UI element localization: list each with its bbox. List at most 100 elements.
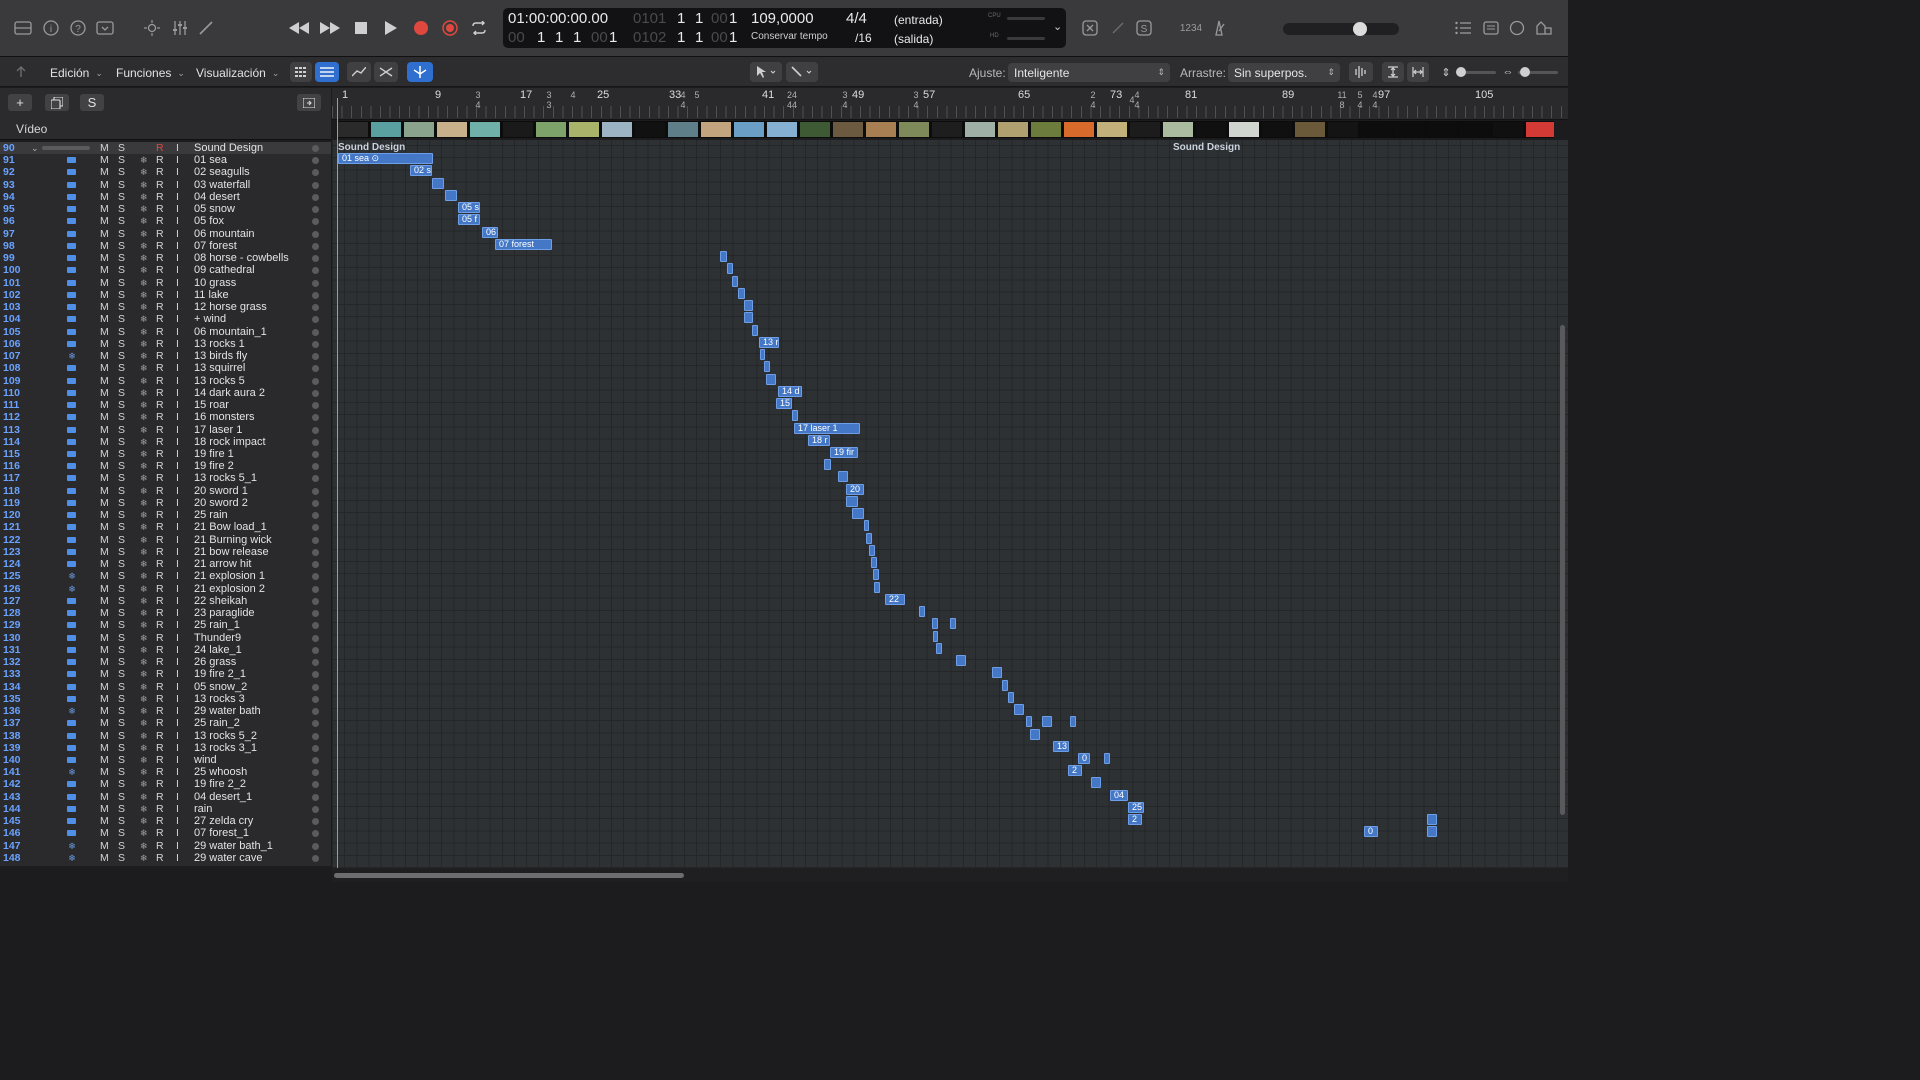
track-name[interactable]: 19 fire 2_1 — [194, 668, 312, 680]
freeze-icon[interactable]: ❄ — [140, 448, 148, 460]
record-enable-button[interactable]: R — [156, 607, 164, 619]
freeze-icon[interactable]: ❄ — [140, 399, 148, 411]
record-enable-button[interactable]: R — [156, 375, 164, 387]
track-name[interactable]: 25 whoosh — [194, 766, 312, 778]
solo-button[interactable]: S — [118, 656, 125, 668]
record-enable-button[interactable]: R — [156, 730, 164, 742]
track-row[interactable]: 144 M S ❄ R Irain — [0, 803, 331, 815]
input-monitor-button[interactable]: I — [176, 387, 179, 399]
stop-button[interactable] — [348, 16, 374, 40]
mute-button[interactable]: M — [100, 730, 109, 742]
track-row[interactable]: 102 M S ❄ R I 11 lake — [0, 289, 331, 301]
audio-region[interactable] — [871, 557, 877, 569]
record-enable-button[interactable]: R — [156, 399, 164, 411]
track-name[interactable]: 21 Burning wick — [194, 534, 312, 546]
back-arrow-icon[interactable] — [10, 63, 32, 81]
record-enable-button[interactable]: R — [156, 411, 164, 423]
input-monitor-button[interactable]: I — [176, 472, 179, 484]
record-enable-button[interactable]: R — [156, 840, 164, 852]
input-monitor-button[interactable]: I — [176, 730, 179, 742]
freeze-icon[interactable]: ❄ — [140, 632, 148, 644]
mute-button[interactable]: M — [100, 277, 109, 289]
freeze-icon[interactable]: ❄ — [140, 546, 148, 558]
mute-button[interactable]: M — [100, 350, 109, 362]
audio-region[interactable] — [919, 606, 925, 618]
mute-button[interactable]: M — [100, 460, 109, 472]
input-monitor-button[interactable]: I — [176, 338, 179, 350]
freeze-icon[interactable]: ❄ — [140, 840, 148, 852]
freeze-icon[interactable]: ❄ — [140, 179, 148, 191]
track-row[interactable]: 108 M S ❄ R I 13 squirrel — [0, 362, 331, 374]
freeze-icon[interactable]: ❄ — [140, 485, 148, 497]
input-monitor-button[interactable]: I — [176, 399, 179, 411]
record-enable-button[interactable]: R — [156, 534, 164, 546]
horizontal-scroll-thumb[interactable] — [334, 873, 684, 878]
track-row[interactable]: 95 M S ❄ R I 05 snow — [0, 203, 331, 215]
record-enable-button[interactable]: R — [156, 228, 164, 240]
freeze-icon[interactable]: ❄ — [140, 705, 148, 717]
track-name[interactable]: 06 mountain_1 — [194, 326, 312, 338]
vertical-fit-button[interactable] — [1382, 62, 1404, 82]
solo-button[interactable]: S — [118, 448, 125, 460]
audio-region[interactable] — [732, 275, 738, 287]
track-row[interactable]: 147 ❄ M S ❄ R I 29 water bath_1 — [0, 840, 331, 852]
mute-button[interactable]: M — [100, 203, 109, 215]
solo-button[interactable]: S — [118, 742, 125, 754]
record-enable-button[interactable]: R — [156, 485, 164, 497]
track-name[interactable]: 21 explosion 1 — [194, 570, 312, 582]
mute-button[interactable]: M — [100, 154, 109, 166]
audio-region[interactable] — [1070, 716, 1076, 728]
toolbar-toggle-icon[interactable] — [94, 18, 116, 38]
mute-button[interactable]: M — [100, 778, 109, 790]
track-row[interactable]: 132 M S ❄ R I 26 grass — [0, 656, 331, 668]
audio-region[interactable]: 05 s — [458, 202, 480, 214]
audio-region[interactable]: 15 — [776, 398, 792, 410]
audio-region[interactable]: 20 — [846, 483, 864, 495]
track-row[interactable]: 115 M S ❄ R I 19 fire 1 — [0, 448, 331, 460]
vertical-zoom-knob[interactable] — [1456, 67, 1466, 77]
audio-region[interactable]: 2 — [1068, 765, 1082, 777]
record-enable-button[interactable]: R — [156, 619, 164, 631]
record-enable-button[interactable]: R — [156, 166, 164, 178]
solo-button[interactable]: S — [118, 191, 125, 203]
track-name[interactable]: 25 rain — [194, 509, 312, 521]
record-enable-button[interactable]: R — [156, 203, 164, 215]
fast-forward-button[interactable] — [317, 16, 343, 40]
track-name[interactable]: + wind — [194, 313, 312, 325]
audio-region[interactable]: 13 — [1053, 740, 1069, 752]
audio-region[interactable] — [838, 471, 848, 483]
audio-region[interactable] — [738, 287, 745, 299]
input-monitor-button[interactable]: I — [176, 791, 179, 803]
track-name[interactable]: 19 fire 2 — [194, 460, 312, 472]
mute-button[interactable]: M — [100, 521, 109, 533]
input-monitor-button[interactable]: I — [176, 240, 179, 252]
track-name[interactable]: 02 seagulls — [194, 166, 312, 178]
solo-button[interactable]: S — [118, 766, 125, 778]
add-track-button[interactable]: + — [8, 94, 32, 111]
track-row[interactable]: 141 ❄ M S ❄ R I 25 whoosh — [0, 766, 331, 778]
input-monitor-button[interactable]: I — [176, 668, 179, 680]
audio-region[interactable] — [846, 495, 858, 507]
list-editors-icon[interactable] — [1452, 18, 1474, 38]
audio-region[interactable] — [956, 655, 966, 667]
solo-button[interactable]: S — [118, 497, 125, 509]
record-enable-button[interactable]: R — [156, 693, 164, 705]
solo-button[interactable]: S — [118, 509, 125, 521]
input-monitor-button[interactable]: I — [176, 778, 179, 790]
input-monitor-button[interactable]: I — [176, 521, 179, 533]
track-row[interactable]: 101 M S ❄ R I 10 grass — [0, 277, 331, 289]
mute-button[interactable]: M — [100, 570, 109, 582]
freeze-icon[interactable]: ❄ — [140, 717, 148, 729]
input-monitor-button[interactable]: I — [176, 375, 179, 387]
freeze-icon[interactable]: ❄ — [140, 803, 148, 815]
audio-region[interactable] — [869, 544, 875, 556]
audio-region[interactable] — [1104, 753, 1110, 764]
freeze-icon[interactable]: ❄ — [140, 350, 148, 362]
audio-region[interactable] — [1014, 704, 1024, 716]
brightness-icon[interactable] — [141, 18, 163, 38]
record-enable-button[interactable]: R — [156, 460, 164, 472]
record-enable-button[interactable]: R — [156, 742, 164, 754]
low-latency-icon[interactable] — [1079, 18, 1101, 38]
automation-button[interactable] — [347, 62, 371, 82]
solo-button[interactable]: S — [118, 350, 125, 362]
